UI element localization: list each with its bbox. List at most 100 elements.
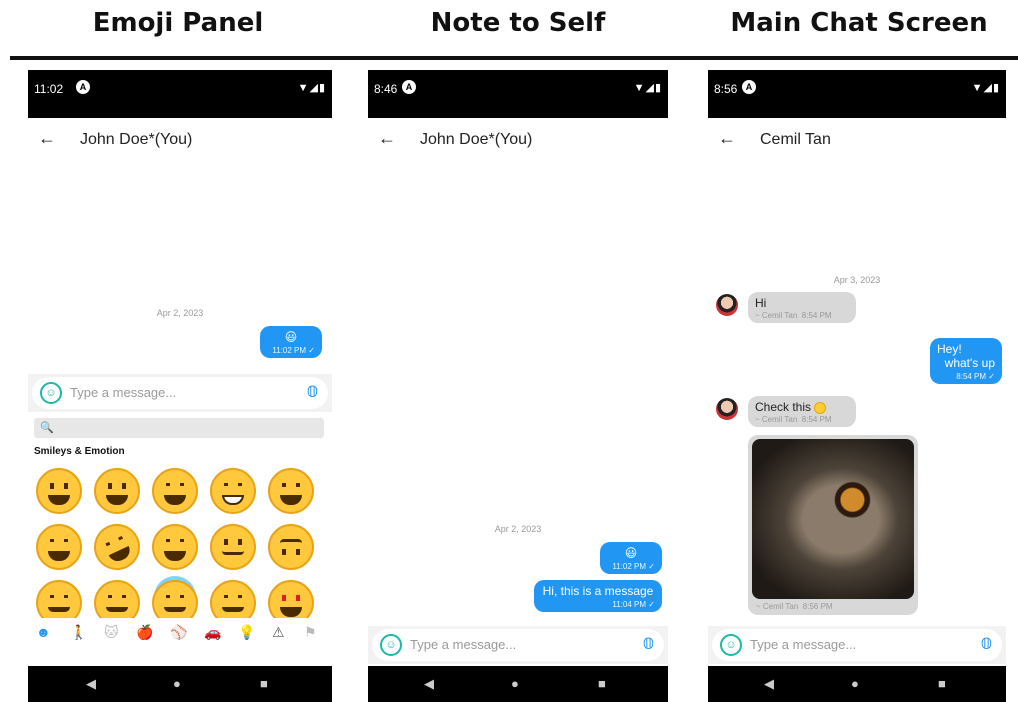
composer-field[interactable]: ☺ Type a message... 𝟘 [32, 377, 328, 409]
app-bar: ← John Doe*(You) [28, 118, 332, 162]
app-bar: ← John Doe*(You) [368, 118, 668, 162]
chat-title: John Doe*(You) [420, 131, 533, 148]
slight-smile-face-icon[interactable] [210, 524, 256, 570]
rofl-face-icon[interactable] [86, 516, 148, 578]
system-nav-bar: ◀ ● ■ [368, 666, 668, 702]
attach-clip-icon[interactable]: 𝟘 [981, 634, 992, 654]
status-bar: 11:02 A ▼◢▮ [28, 70, 332, 118]
symbols-tab-icon[interactable]: ⚠ [272, 624, 285, 641]
nav-back-icon[interactable]: ◀ [424, 676, 434, 692]
smiling-hearts-face-icon[interactable] [210, 580, 256, 618]
outgoing-message[interactable]: Hey! what's up 8:54 PM ✓ [930, 338, 1002, 384]
phone-note-to-self: 8:46 A ▼◢▮ ← John Doe*(You) Apr 2, 2023 … [368, 70, 668, 702]
nav-home-icon[interactable]: ● [851, 676, 859, 691]
attach-clip-icon[interactable]: 𝟘 [643, 634, 654, 654]
image-meta: ~ Cemil Tan 8:56 PM [756, 602, 914, 611]
incoming-message[interactable]: Hi ~ Cemil Tan 8:54 PM [748, 292, 856, 323]
read-tick-icon: ✓ [648, 562, 655, 571]
system-nav-bar: ◀ ● ■ [708, 666, 1006, 702]
smileys-tab-icon[interactable]: ☻ [36, 624, 51, 640]
message-list: Apr 2, 2023 😃 11:02 PM ✓ Hi, this is a m… [368, 162, 668, 626]
joy-face-icon[interactable] [152, 524, 198, 570]
outgoing-message[interactable]: 😃 11:02 PM ✓ [600, 542, 662, 574]
message-composer: ☺ Type a message... 𝟘 [368, 626, 668, 664]
phone-emoji-panel: 11:02 A ▼◢▮ ← John Doe*(You) Apr 2, 2023… [28, 70, 332, 702]
image-message[interactable]: ~ Cemil Tan 8:56 PM [748, 435, 918, 615]
blush-face-icon[interactable] [94, 580, 140, 618]
wifi-signal-battery-icon: ▼◢▮ [971, 82, 1000, 94]
flags-tab-icon[interactable]: ⚑ [304, 624, 317, 641]
date-separator: Apr 2, 2023 [156, 308, 204, 318]
nav-recent-icon[interactable]: ■ [260, 676, 268, 691]
status-bar: 8:46 A ▼◢▮ [368, 70, 668, 118]
people-tab-icon[interactable]: 🚶 [70, 624, 87, 641]
wink-face-icon[interactable] [36, 580, 82, 618]
date-separator: Apr 3, 2023 [833, 275, 881, 285]
nav-back-icon[interactable]: ◀ [764, 676, 774, 692]
smiley-face-icon[interactable] [94, 468, 140, 514]
blush-emoji-icon [814, 401, 827, 414]
smile-face-icon[interactable] [152, 468, 198, 514]
chat-title: Cemil Tan [760, 131, 831, 148]
message-text: 😃 [624, 546, 638, 560]
nav-home-icon[interactable]: ● [511, 676, 519, 691]
app-notification-icon: A [742, 80, 756, 94]
chat-title: John Doe*(You) [80, 131, 193, 148]
message-input[interactable]: Type a message... [70, 385, 176, 400]
status-time: 11:02 [34, 82, 64, 96]
caption-main-chat: Main Chat Screen [730, 8, 988, 38]
read-tick-icon: ✓ [308, 346, 315, 355]
composer-field[interactable]: ☺ Type a message... 𝟘 [372, 629, 664, 661]
emoji-toggle-icon[interactable]: ☺ [380, 634, 402, 656]
nav-home-icon[interactable]: ● [173, 676, 181, 691]
avatar[interactable] [716, 294, 738, 316]
grinning-face-icon[interactable] [36, 468, 82, 514]
message-text-wrap: Check this [755, 400, 849, 414]
message-meta: 11:02 PM ✓ [607, 562, 655, 571]
animals-tab-icon[interactable]: 🐱 [104, 624, 119, 641]
back-arrow-icon[interactable]: ← [38, 128, 56, 149]
heart-eyes-face-icon[interactable] [268, 580, 314, 618]
composer-field[interactable]: ☺ Type a message... 𝟘 [712, 629, 1002, 661]
message-composer: ☺ Type a message... 𝟘 [28, 374, 332, 412]
emoji-toggle-icon[interactable]: ☺ [40, 382, 62, 404]
message-input[interactable]: Type a message... [750, 637, 856, 652]
objects-tab-icon[interactable]: 💡 [238, 624, 255, 641]
outgoing-message[interactable]: Hi, this is a message 11:04 PM ✓ [534, 580, 662, 612]
emoji-category-title: Smileys & Emotion [34, 446, 125, 457]
read-tick-icon: ✓ [988, 372, 995, 381]
message-time: 8:54 PM [801, 311, 832, 320]
message-meta: ~ Cemil Tan 8:54 PM [755, 415, 849, 424]
sweat-smile-face-icon[interactable] [36, 524, 82, 570]
message-sender: ~ Cemil Tan [755, 415, 798, 424]
laughing-face-icon[interactable] [268, 468, 314, 514]
message-meta: 11:02 PM ✓ [267, 346, 315, 355]
message-composer: ☺ Type a message... 𝟘 [708, 626, 1006, 664]
halo-face-icon[interactable] [152, 580, 198, 618]
emoji-toggle-icon[interactable]: ☺ [720, 634, 742, 656]
back-arrow-icon[interactable]: ← [718, 128, 736, 149]
back-arrow-icon[interactable]: ← [378, 128, 396, 149]
message-text: Hi [755, 296, 767, 310]
message-text: Hi, this is a message [542, 584, 654, 598]
travel-tab-icon[interactable]: 🚗 [204, 624, 221, 641]
avatar[interactable] [716, 398, 738, 420]
food-tab-icon[interactable]: 🍎 [136, 624, 153, 641]
nav-recent-icon[interactable]: ■ [938, 676, 946, 691]
grin-face-icon[interactable] [210, 468, 256, 514]
activities-tab-icon[interactable]: ⚾ [170, 624, 187, 641]
message-sender: ~ Cemil Tan [756, 602, 799, 611]
message-sender: ~ Cemil Tan [755, 311, 798, 320]
wifi-signal-battery-icon: ▼◢▮ [633, 82, 662, 94]
upside-down-face-icon[interactable] [268, 524, 314, 570]
attach-clip-icon[interactable]: 𝟘 [307, 382, 318, 402]
outgoing-message[interactable]: 😃 11:02 PM ✓ [260, 326, 322, 358]
caption-note-to-self: Note to Self [430, 8, 606, 38]
nav-recent-icon[interactable]: ■ [598, 676, 606, 691]
message-input[interactable]: Type a message... [410, 637, 516, 652]
nav-back-icon[interactable]: ◀ [86, 676, 96, 692]
incoming-message[interactable]: Check this ~ Cemil Tan 8:54 PM [748, 396, 856, 427]
cat-photo[interactable] [752, 439, 914, 599]
emoji-search-input[interactable]: 🔍 [34, 418, 324, 438]
message-time: 11:02 PM [612, 562, 647, 571]
